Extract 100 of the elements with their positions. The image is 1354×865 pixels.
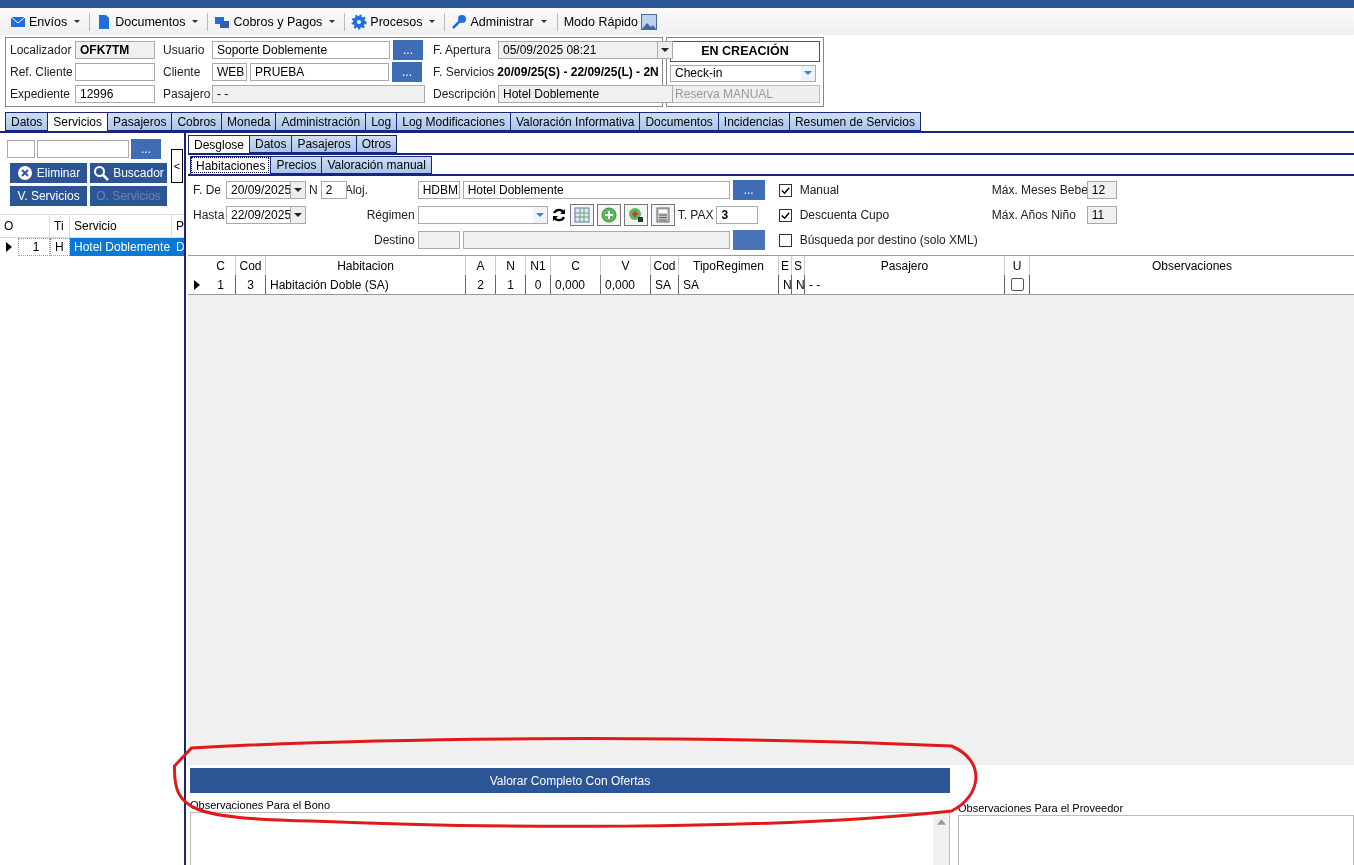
checkbox[interactable] [778, 233, 792, 247]
column-header[interactable]: Observaciones [1030, 256, 1354, 275]
row-pointer-icon [194, 279, 200, 290]
field-label: Observaciones Para el Proveedor [958, 802, 1125, 815]
table-cell: SA [651, 275, 679, 294]
checkin-dropdown[interactable]: Check-in [670, 64, 816, 83]
tab[interactable]: Log Modificaciones [396, 112, 510, 131]
field-label: Usuario [163, 43, 206, 57]
tab[interactable]: Otros [355, 135, 398, 153]
column-header[interactable]: TipoRegimen [679, 256, 779, 275]
input-field[interactable] [75, 63, 155, 81]
input-field[interactable] [37, 140, 129, 158]
column-header[interactable]: Cod [236, 256, 266, 275]
checkbox[interactable] [778, 208, 792, 222]
checkbox-label: Descuenta Cupo [799, 208, 890, 222]
menu-button[interactable]: Cobros y Pagos [214, 10, 348, 33]
table-cell: N [792, 275, 805, 294]
tab[interactable]: Datos [249, 135, 292, 153]
tab[interactable]: Administración [275, 112, 366, 131]
tab[interactable]: Precios [270, 156, 322, 174]
menu-button[interactable]: Administrar [451, 10, 551, 33]
input-field[interactable] [7, 140, 35, 158]
table-cell: 1 [496, 275, 526, 294]
tab[interactable]: Valoración manual [321, 156, 432, 174]
grid-button[interactable] [569, 204, 594, 226]
tab[interactable]: Documentos [639, 112, 718, 131]
column-header[interactable]: S [792, 256, 805, 275]
column-header[interactable]: C [206, 256, 236, 275]
input-field[interactable]: 12996 [75, 85, 155, 103]
field-label: Ref. Cliente [10, 65, 72, 79]
tab[interactable]: Pasajeros [107, 112, 172, 131]
tab[interactable]: Resumen de Servicios [788, 112, 921, 131]
date-dropdown[interactable]: 05/09/2025 08:21 [498, 41, 673, 59]
tab[interactable]: Datos [5, 112, 48, 131]
tab[interactable]: Pasajeros [291, 135, 356, 153]
refresh-icon[interactable] [550, 207, 567, 223]
column-header[interactable]: Ti [50, 215, 70, 237]
input-field[interactable]: WEB [212, 63, 247, 81]
column-header[interactable]: N [496, 256, 526, 275]
column-header[interactable]: V [601, 256, 651, 275]
input-field[interactable]: 3 [716, 206, 759, 224]
column-header[interactable]: Pasajero [805, 256, 1005, 275]
table-cell[interactable]: Hotel Doblemente [70, 238, 172, 256]
tab[interactable]: Incidencias [717, 112, 789, 131]
input-field[interactable]: HDBM [417, 181, 460, 199]
table-cell: - - [805, 275, 1005, 294]
browse-button[interactable]: ... [732, 180, 765, 200]
input-field: Hotel Doblemente [498, 85, 673, 103]
checkbox[interactable] [778, 183, 792, 197]
key-icon [451, 13, 468, 30]
field-label: Expediente [10, 87, 72, 101]
browse-button[interactable]: ... [392, 62, 422, 82]
browse-button[interactable] [732, 230, 765, 250]
checkbox[interactable] [1010, 278, 1024, 291]
column-header[interactable]: U [1005, 256, 1030, 275]
tab[interactable]: Moneda [221, 112, 276, 131]
column-header[interactable]: Servicio [70, 215, 172, 237]
column-header[interactable]: A [466, 256, 496, 275]
input-field[interactable]: Hotel Doblemente [462, 181, 730, 199]
date-picker[interactable]: 20/09/2025 [226, 181, 306, 199]
date-picker[interactable]: 22/09/2025 [226, 206, 306, 224]
tab[interactable]: Log [365, 112, 397, 131]
table-cell: Habitación Doble (SA) [266, 275, 466, 294]
column-header[interactable]: Cod [651, 256, 679, 275]
notes-textarea[interactable] [190, 812, 950, 865]
column-header[interactable]: P [172, 215, 184, 237]
scrollbar[interactable] [933, 813, 949, 865]
menu-button[interactable]: Procesos [351, 10, 448, 33]
add-lock-button[interactable] [623, 204, 648, 226]
menu-button[interactable]: Envíos [10, 10, 93, 33]
tab[interactable]: Desglose [188, 135, 250, 153]
toggle-button[interactable]: Modo Rápido [563, 10, 658, 33]
checkbox-label: Manual [799, 183, 840, 197]
calculator-button[interactable] [650, 204, 675, 226]
action-button[interactable]: V. Servicios [10, 186, 87, 206]
browse-button[interactable]: ... [131, 139, 161, 159]
collapse-button[interactable]: < [171, 149, 183, 183]
table-cell: SA [679, 275, 779, 294]
add-button[interactable] [596, 204, 621, 226]
tab[interactable]: Cobros [171, 112, 222, 131]
column-header[interactable]: C [551, 256, 601, 275]
tab[interactable]: Habitaciones [190, 156, 271, 174]
tab[interactable]: Valoración Informativa [509, 112, 640, 131]
column-header[interactable]: E [779, 256, 792, 275]
action-button[interactable]: Buscador [90, 163, 167, 183]
menu-button[interactable]: Documentos [96, 10, 211, 33]
column-header[interactable]: O [0, 215, 50, 237]
tab[interactable]: Servicios [47, 112, 108, 131]
input-field[interactable]: Soporte Doblemente [212, 41, 390, 59]
column-header[interactable]: Habitacion [266, 256, 466, 275]
gear-icon [351, 13, 368, 30]
scroll-up-icon[interactable] [936, 819, 946, 825]
field-label: F. Apertura [433, 43, 493, 57]
value-offers-button[interactable]: Valorar Completo Con Ofertas [190, 768, 950, 793]
action-button[interactable]: Eliminar [10, 163, 87, 183]
input-field[interactable]: PRUEBA [250, 63, 389, 81]
column-header[interactable]: N1 [526, 256, 551, 275]
input-field[interactable]: 2 [320, 181, 347, 199]
field-label: N [309, 183, 318, 197]
browse-button[interactable]: ... [393, 40, 423, 60]
